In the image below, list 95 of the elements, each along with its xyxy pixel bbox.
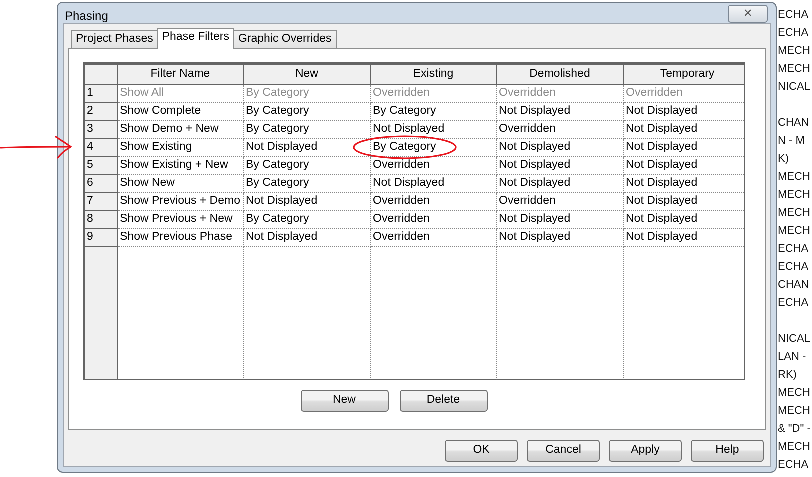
list-text: CHAN <box>778 116 810 131</box>
list-text: N - M <box>778 134 806 149</box>
table-cell: Not Displayed <box>624 210 744 229</box>
dialog-button[interactable]: Delete <box>400 390 488 412</box>
table-cell: Overridden <box>370 210 496 229</box>
table-cell: Not Displayed <box>624 120 744 139</box>
tab[interactable]: Graphic Overrides <box>233 30 337 48</box>
table-cell: By Category <box>244 120 370 139</box>
table-cell: Not Displayed <box>370 174 496 193</box>
dialog-button[interactable]: Apply <box>609 440 682 462</box>
row-number: 8 <box>84 210 118 229</box>
row-number: 3 <box>84 120 118 139</box>
row-number: 4 <box>84 138 118 157</box>
list-text: ECHA <box>778 458 810 473</box>
list-text: MECH <box>778 170 812 185</box>
list-text: ECHA <box>778 296 810 311</box>
list-text: NICAL <box>778 80 812 95</box>
list-text: RK) <box>778 368 798 383</box>
table-cell: Overridden <box>370 192 496 211</box>
table-cell: Not Displayed <box>244 192 370 211</box>
table-cell: Show Existing + New <box>118 156 244 175</box>
list-text: LAN - <box>778 350 808 365</box>
list-text: MECH <box>778 188 812 203</box>
list-text: K) <box>778 152 790 167</box>
table-cell: Overridden <box>496 120 624 139</box>
table-cell: Overridden <box>624 84 744 103</box>
table-cell: Not Displayed <box>624 228 744 247</box>
table-cell: Not Displayed <box>496 138 624 157</box>
list-text: MECH <box>778 440 812 455</box>
list-text: ECHA <box>778 242 810 257</box>
dialog-button[interactable]: OK <box>445 440 518 462</box>
table-cell: Not Displayed <box>244 228 370 247</box>
dialog-button[interactable]: Cancel <box>527 440 600 462</box>
row-number: 2 <box>84 102 118 121</box>
list-text: ECHA <box>778 8 810 23</box>
column-header[interactable]: Filter Name <box>118 64 244 85</box>
table-cell: Overridden <box>370 156 496 175</box>
table-cell: By Category <box>244 84 370 103</box>
list-text: MECH <box>778 206 812 221</box>
table-cell: Not Displayed <box>496 174 624 193</box>
list-text: ECHA <box>778 26 810 41</box>
table-cell: By Category <box>244 174 370 193</box>
row-number: 6 <box>84 174 118 193</box>
column-header[interactable]: New <box>244 64 370 85</box>
list-text: MECH <box>778 386 812 401</box>
table-cell: Not Displayed <box>624 156 744 175</box>
list-text: NICAL <box>778 332 812 347</box>
table-cell: Not Displayed <box>496 156 624 175</box>
table-cell: Show All <box>118 84 244 103</box>
table-cell: By Category <box>244 156 370 175</box>
table-cell: Not Displayed <box>624 102 744 121</box>
list-text: MECH <box>778 62 812 77</box>
list-text: ECHA <box>778 260 810 275</box>
table-cell: Not Displayed <box>370 120 496 139</box>
table-cell: Not Displayed <box>624 192 744 211</box>
table-cell: By Category <box>244 102 370 121</box>
dialog-button[interactable]: New <box>300 390 388 412</box>
table-cell: Show New <box>118 174 244 193</box>
table-cell: Not Displayed <box>496 102 624 121</box>
table-cell: Overridden <box>496 84 624 103</box>
row-number: 1 <box>84 84 118 103</box>
table-cell: Not Displayed <box>624 174 744 193</box>
table-cell: Show Complete <box>118 102 244 121</box>
window-title: Phasing <box>64 9 108 24</box>
table-cell: Not Displayed <box>624 138 744 157</box>
column-header[interactable]: Existing <box>370 64 496 85</box>
list-text: MECH <box>778 224 812 239</box>
table-cell: By Category <box>370 138 496 157</box>
table-cell: Overridden <box>370 84 496 103</box>
tab[interactable]: Project Phases <box>71 30 158 48</box>
tab[interactable]: Phase Filters <box>157 28 234 50</box>
column-header[interactable]: Demolished <box>496 64 624 85</box>
table-cell: Show Previous + New <box>118 210 244 229</box>
table-cell: Show Previous Phase <box>118 228 244 247</box>
table-cell: Show Previous + Demo <box>118 192 244 211</box>
table-cell: By Category <box>370 102 496 121</box>
row-number: 9 <box>84 228 118 247</box>
table-cell: Not Displayed <box>244 138 370 157</box>
column-header[interactable]: Temporary <box>624 64 744 85</box>
close-button[interactable]: ✕ <box>728 5 768 23</box>
table-cell: Show Existing <box>118 138 244 157</box>
table-cell: Not Displayed <box>496 228 624 247</box>
table-cell: By Category <box>244 210 370 229</box>
row-number: 7 <box>84 192 118 211</box>
row-number: 5 <box>84 156 118 175</box>
dialog-button[interactable]: Help <box>691 440 764 462</box>
arrow-annotation <box>0 136 72 159</box>
list-text: & "D" - <box>778 422 812 437</box>
table-cell: Overridden <box>496 192 624 211</box>
list-text: MECH <box>778 44 812 59</box>
list-text: CHAN <box>778 278 810 293</box>
list-text: MECH <box>778 404 812 419</box>
table-cell: Overridden <box>370 228 496 247</box>
table-cell: Not Displayed <box>496 210 624 229</box>
table-cell: Show Demo + New <box>118 120 244 139</box>
